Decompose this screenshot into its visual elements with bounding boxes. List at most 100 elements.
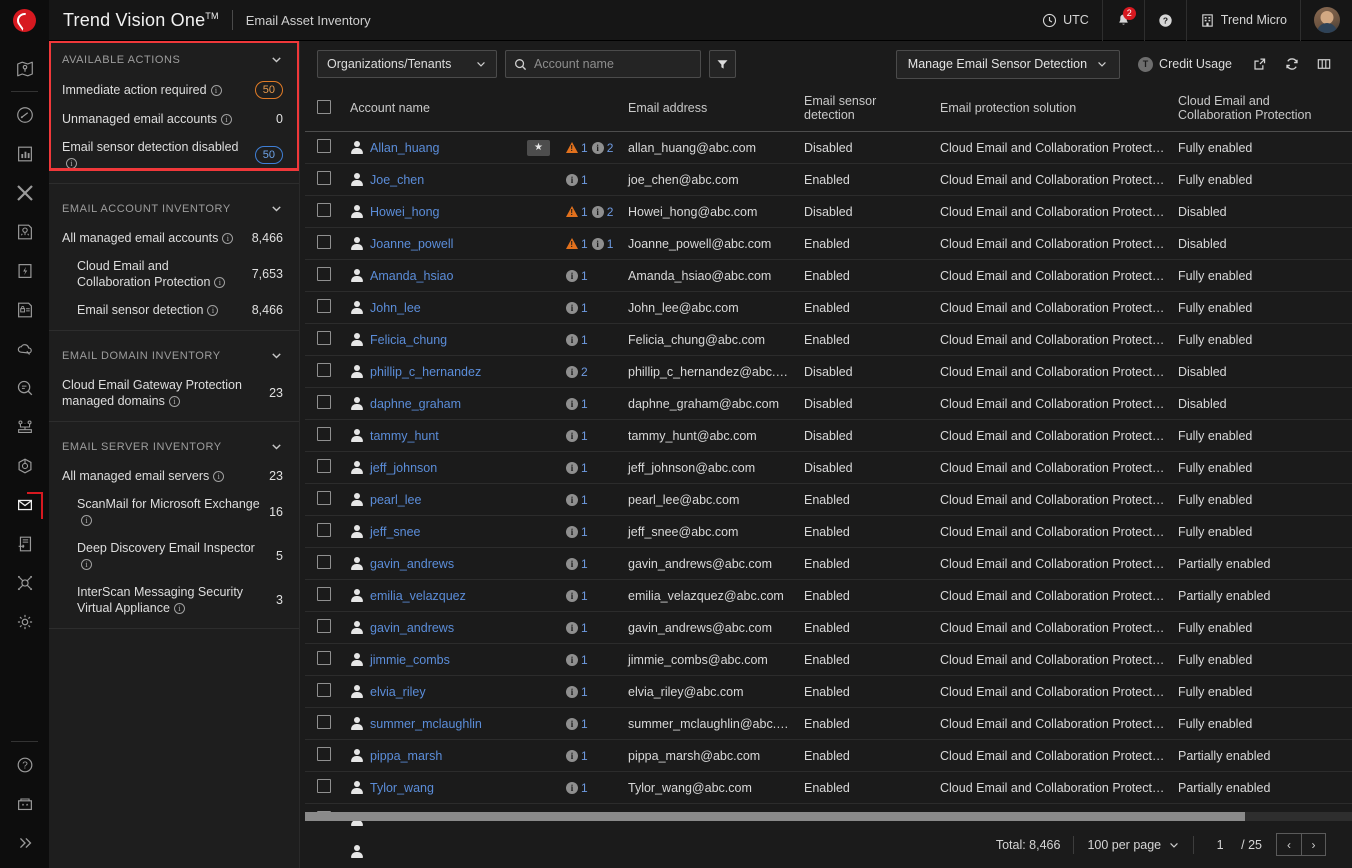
info-badge[interactable]: i1 xyxy=(566,557,588,571)
table-row[interactable]: Joe_cheni1joe_chen@abc.comEnabledCloud E… xyxy=(305,164,1352,196)
report-chart-icon[interactable] xyxy=(0,134,49,173)
select-all-checkbox[interactable] xyxy=(317,100,331,114)
row-select-cell[interactable] xyxy=(305,676,344,708)
xdr-icon[interactable] xyxy=(0,173,49,212)
row-checkbox[interactable] xyxy=(317,267,331,281)
table-row[interactable]: pippa_marshi1pippa_marsh@abc.comEnabledC… xyxy=(305,740,1352,772)
starred-badge[interactable]: ★ xyxy=(527,140,550,156)
table-row[interactable]: John_leei1John_lee@abc.comEnabledCloud E… xyxy=(305,292,1352,324)
row-select-cell[interactable] xyxy=(305,260,344,292)
info-badge[interactable]: i1 xyxy=(566,621,588,635)
table-row[interactable]: Amanda_hsiaoi1Amanda_hsiao@abc.comEnable… xyxy=(305,260,1352,292)
search-box[interactable] xyxy=(505,50,701,78)
info-icon[interactable]: i xyxy=(174,603,185,614)
account-name-link[interactable]: Joe_chen xyxy=(370,173,424,187)
filter-button[interactable] xyxy=(709,50,736,78)
expand-icon[interactable] xyxy=(0,823,49,862)
column-header-email-sensor-detection[interactable]: Email sensor detection xyxy=(798,87,934,132)
sidebar-item-interscan-messaging-security-virtual-appliance[interactable]: InterScan Messaging Security Virtual App… xyxy=(49,578,299,622)
table-row[interactable]: Allan_huang★1i2allan_huang@abc.comDisabl… xyxy=(305,132,1352,164)
info-badge[interactable]: i1 xyxy=(566,173,588,187)
sidebar-item-cloud-email-gateway-protection-managed-domains[interactable]: Cloud Email Gateway Protection managed d… xyxy=(49,371,299,415)
row-select-cell[interactable] xyxy=(305,740,344,772)
help-button[interactable]: ? xyxy=(1144,0,1186,41)
table-row[interactable]: elvia_rileyi1elvia_riley@abc.comEnabledC… xyxy=(305,676,1352,708)
table-row[interactable]: daphne_grahami1daphne_graham@abc.comDisa… xyxy=(305,388,1352,420)
sidebar-section-email-domain-inventory[interactable]: EMAIL DOMAIN INVENTORY xyxy=(49,337,299,371)
account-name-link[interactable]: gavin_andrews xyxy=(370,621,454,635)
row-checkbox[interactable] xyxy=(317,235,331,249)
row-checkbox[interactable] xyxy=(317,715,331,729)
row-checkbox[interactable] xyxy=(317,587,331,601)
info-icon[interactable]: i xyxy=(66,158,77,169)
table-row[interactable]: Tylor_wangi1Tylor_wang@abc.comEnabledClo… xyxy=(305,772,1352,804)
row-checkbox[interactable] xyxy=(317,523,331,537)
info-icon[interactable]: i xyxy=(81,559,92,570)
row-select-cell[interactable] xyxy=(305,452,344,484)
sidebar-item-all-managed-email-servers[interactable]: All managed email serversi 23 xyxy=(49,462,299,490)
info-badge[interactable]: i2 xyxy=(566,365,588,379)
table-row[interactable]: jimmie_combsi1jimmie_combs@abc.comEnable… xyxy=(305,644,1352,676)
security-policy-icon[interactable] xyxy=(0,290,49,329)
account-name-link[interactable]: emilia_velazquez xyxy=(370,589,466,603)
response-bolt-icon[interactable] xyxy=(0,251,49,290)
row-checkbox[interactable] xyxy=(317,139,331,153)
column-header-email-address[interactable]: Email address xyxy=(622,87,798,132)
row-select-cell[interactable] xyxy=(305,772,344,804)
row-checkbox[interactable] xyxy=(317,363,331,377)
row-checkbox[interactable] xyxy=(317,651,331,665)
row-checkbox[interactable] xyxy=(317,395,331,409)
row-select-cell[interactable] xyxy=(305,324,344,356)
next-page-button[interactable]: › xyxy=(1301,833,1326,856)
email-inventory-icon[interactable] xyxy=(0,485,49,524)
info-badge[interactable]: i2 xyxy=(592,141,614,155)
timezone-button[interactable]: UTC xyxy=(1029,0,1102,41)
account-name-link[interactable]: Felicia_chung xyxy=(370,333,447,347)
table-row[interactable]: Felicia_chungi1Felicia_chung@abc.comEnab… xyxy=(305,324,1352,356)
account-name-link[interactable]: Joanne_powell xyxy=(370,237,453,251)
row-select-cell[interactable] xyxy=(305,196,344,228)
account-name-link[interactable]: pippa_marsh xyxy=(370,749,442,763)
row-checkbox[interactable] xyxy=(317,331,331,345)
info-badge[interactable]: i1 xyxy=(566,525,588,539)
info-icon[interactable]: i xyxy=(214,277,225,288)
user-profile-button[interactable] xyxy=(1300,0,1352,41)
map-icon[interactable] xyxy=(0,49,49,88)
info-badge[interactable]: i1 xyxy=(566,269,588,283)
info-badge[interactable]: i1 xyxy=(566,333,588,347)
search-input[interactable] xyxy=(534,57,692,71)
search-inspect-icon[interactable] xyxy=(0,368,49,407)
row-checkbox[interactable] xyxy=(317,203,331,217)
info-icon[interactable]: i xyxy=(211,85,222,96)
column-header-email-protection-solution[interactable]: Email protection solution xyxy=(934,87,1172,132)
info-badge[interactable]: i1 xyxy=(566,397,588,411)
warning-badge[interactable]: 1 xyxy=(566,141,588,155)
info-badge[interactable]: i1 xyxy=(566,301,588,315)
table-row[interactable]: jeff_johnsoni1jeff_johnson@abc.comDisabl… xyxy=(305,452,1352,484)
row-checkbox[interactable] xyxy=(317,459,331,473)
server-inventory-icon[interactable] xyxy=(0,524,49,563)
row-checkbox[interactable] xyxy=(317,427,331,441)
account-name-link[interactable]: Amanda_hsiao xyxy=(370,269,453,283)
info-badge[interactable]: i1 xyxy=(566,429,588,443)
sidebar-section-email-server-inventory[interactable]: EMAIL SERVER INVENTORY xyxy=(49,428,299,462)
row-checkbox[interactable] xyxy=(317,171,331,185)
sidebar-item-all-managed-email-accounts[interactable]: All managed email accountsi 8,466 xyxy=(49,224,299,252)
attack-surface-icon[interactable] xyxy=(0,407,49,446)
row-select-cell[interactable] xyxy=(305,388,344,420)
previous-page-button[interactable]: ‹ xyxy=(1276,833,1301,856)
row-select-cell[interactable] xyxy=(305,708,344,740)
row-checkbox[interactable] xyxy=(317,299,331,313)
row-checkbox[interactable] xyxy=(317,491,331,505)
export-button[interactable] xyxy=(1246,50,1274,78)
sidebar-item-cloud-email-collaboration-protection[interactable]: Cloud Email and Collaboration Protection… xyxy=(49,252,299,296)
row-select-cell[interactable] xyxy=(305,516,344,548)
column-header-cloud-email-collaboration-protection[interactable]: Cloud Email and Collaboration Protection xyxy=(1172,87,1352,132)
sidebar-section-email-account-inventory[interactable]: EMAIL ACCOUNT INVENTORY xyxy=(49,190,299,224)
horizontal-scrollbar[interactable] xyxy=(305,812,1352,821)
info-badge[interactable]: i1 xyxy=(566,493,588,507)
manage-email-sensor-detection-button[interactable]: Manage Email Sensor Detection xyxy=(896,50,1120,79)
row-select-cell[interactable] xyxy=(305,292,344,324)
threat-insights-icon[interactable] xyxy=(0,212,49,251)
account-name-link[interactable]: jeff_johnson xyxy=(370,461,437,475)
